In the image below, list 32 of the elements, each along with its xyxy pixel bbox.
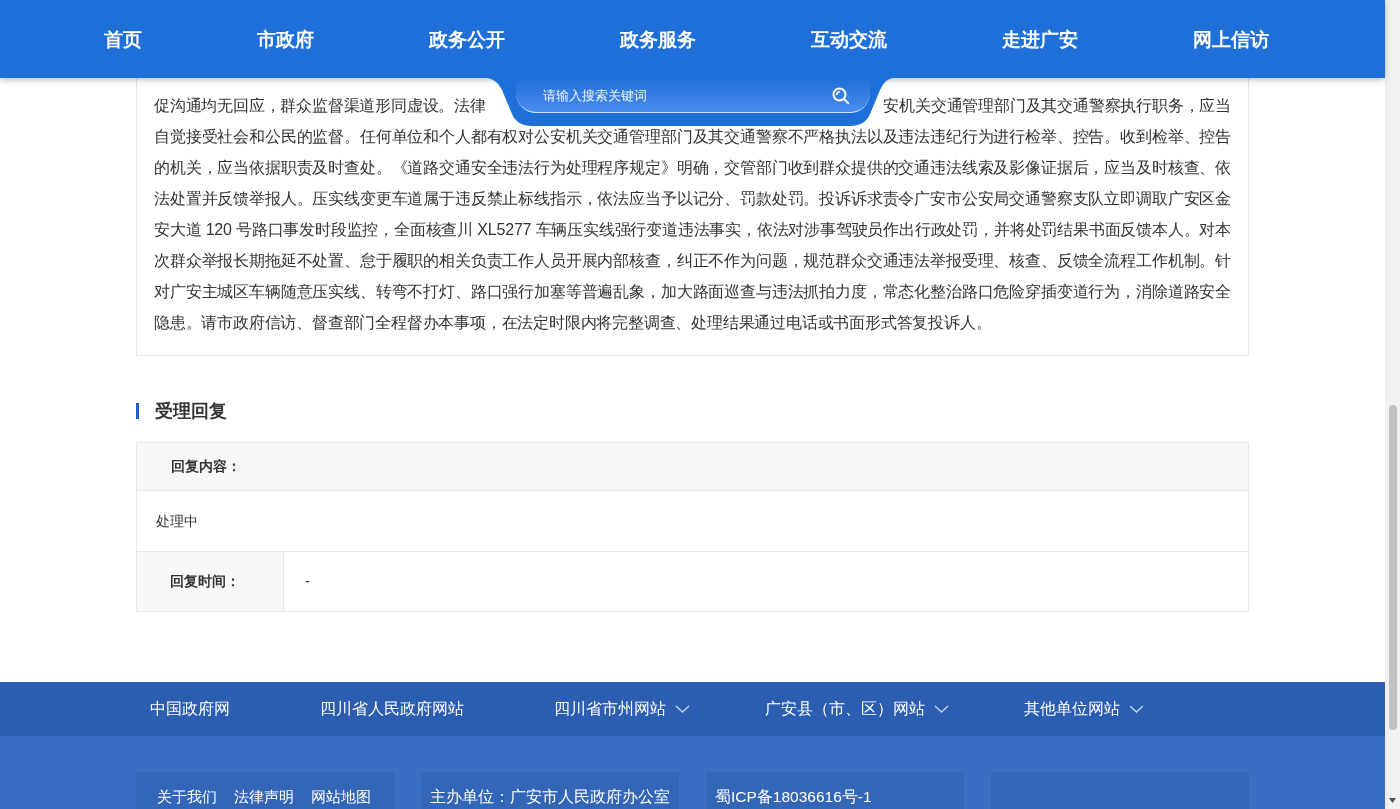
footer-link[interactable]: 中国政府网 [150,697,230,721]
footer-link[interactable]: 网站地图 [311,788,371,806]
nav-link[interactable]: 政务服务 [620,29,696,49]
nav-link[interactable]: 网上信访 [1193,29,1269,49]
table-cell-text: - [304,572,311,591]
footer-link[interactable]: 法律声明 [234,788,294,806]
footer-link[interactable]: 四川省市州网站 [554,697,690,721]
nav-link[interactable]: 互动交流 [811,29,887,49]
search-field[interactable]: 请输入搜索关键词 [543,83,832,107]
scrollbar[interactable] [1385,0,1400,809]
table-header-cell: 回复内容： [137,443,1248,491]
nav-link[interactable]: 市政府 [257,29,314,49]
nav-link[interactable]: 政务公开 [429,29,505,49]
paragraph-fragment: 安机关交通管理部门及其交通警察执行职务，应当 [883,96,1231,116]
arrow-down-icon[interactable] [1389,798,1396,803]
scrollbar-thumb[interactable] [1388,405,1397,730]
search-bar[interactable]: 请输入搜索关键词 [516,78,870,113]
footer-text: 蜀ICP备18036616号-1 [715,788,873,806]
nav-link[interactable]: 走进广安 [1002,29,1078,49]
nav-link[interactable]: 首页 [104,29,142,49]
complaint-paragraph: 自觉接受社会和公民的监督。任何单位和个人都有权对公安机关交通管理部门及其交通警察不严格执法以及违法违纪行为进行检举、控告。收到检举、控告的机关，应当依据职责及时查处。《道路交通安全违法行为处理程序规定》明确，交管部门收到群众提供的交通违法线索及影像证据后，应当及时核查、依法处置并反馈举报人。压实线变更车道属于违反禁止标线指示，依法应当予以记分、罚款处罚。投诉诉求责令广安市公安局交通警察支队立即调取广安区金安大道 120 号路口事发时段监控，全面核查川 XL5277 车辆压实线强行变道违法事实，依法对涉事驾驶员作出行政处罚，并将处罚结果书面反馈本人。对本次群众举报长期拖延不处置、怠于履职的相关负责工作人员开展内部核查，纠正不作为问题，规范群众交通违法举报受理、核查、反馈全流程工作机制。针对广安主城区车辆随意压实线、转弯不打灯、路口强行加塞等普遍乱象，加大路面巡查与违法抓拍力度，常态化整治路口危险穿插变道行为，消除道路安全隐患。请市政府信访、督查部门全程督办本事项，在法定时限内将完整调查、处理结果通过电话或书面形式答复投诉人。 [154,127,1231,333]
search-icon [832,86,849,104]
paragraph-fragment: 促沟通均无回应，群众监督渠道形同虚设。法律 [154,96,486,116]
footer-text: 主办单位：广安市人民政府办公室 [430,788,671,806]
footer-link[interactable]: 四川省人民政府网站 [320,697,464,721]
footer-link[interactable]: 广安县（市、区）网站 [765,697,949,721]
footer-link[interactable]: 其他单位网站 [1024,697,1144,721]
table-header-cell: 回复时间： [137,552,284,611]
section-title: 受理回复 [155,401,227,421]
search-button[interactable] [832,86,849,104]
accent-bar [136,403,139,419]
footer-link[interactable]: 关于我们 [157,788,217,806]
